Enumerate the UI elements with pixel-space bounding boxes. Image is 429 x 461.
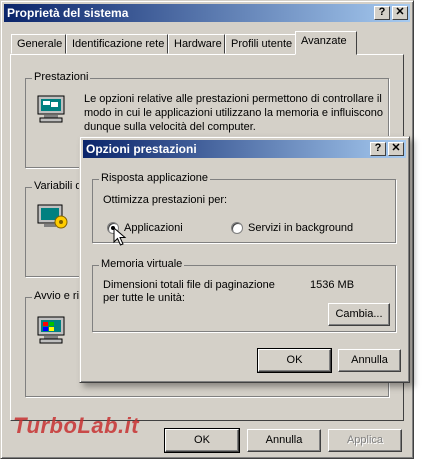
group-risposta-label: Risposta applicazione (99, 172, 211, 184)
main-title: Proprietà del sistema (7, 6, 129, 20)
paginazione-value: 1536 MB (310, 279, 355, 291)
prestazioni-desc-line1: Le opzioni relative alle prestazioni per… (84, 93, 382, 105)
main-annulla-button[interactable]: Annulla (247, 429, 321, 452)
tab-hardware[interactable]: Hardware (168, 34, 225, 54)
tab-generale[interactable]: Generale (11, 34, 66, 54)
main-ok-button[interactable]: OK (164, 428, 240, 453)
radio-servizi-background[interactable] (231, 222, 243, 234)
dialog-help-button[interactable]: ? (370, 142, 386, 156)
tab-avanzate[interactable]: Avanzate (295, 31, 357, 55)
dialog-annulla-button[interactable]: Annulla (338, 349, 401, 372)
environment-variables-icon (37, 204, 68, 229)
startup-recovery-icon (37, 316, 65, 344)
main-applica-button[interactable]: Applica (328, 429, 402, 452)
dialog-title: Opzioni prestazioni (86, 142, 197, 156)
group-prestazioni-label: Prestazioni (32, 71, 91, 83)
paginazione-line1: Dimensioni totali file di paginazione (103, 279, 275, 291)
group-variabili-label: Variabili d' (32, 180, 86, 192)
performance-monitor-icon (37, 95, 65, 123)
dialog-ok-button[interactable]: OK (257, 348, 332, 373)
main-title-bar[interactable]: Proprietà del sistema ? ✕ (4, 4, 410, 22)
radio-applicazioni-label[interactable]: Applicazioni (124, 222, 183, 234)
mouse-cursor-icon (113, 227, 127, 246)
prestazioni-desc-line3: dunque sulla velocità del computer. (84, 121, 256, 133)
paginazione-line2: per tutte le unità: (103, 292, 185, 304)
help-button[interactable]: ? (374, 6, 390, 20)
tab-profili-utente[interactable]: Profili utente (225, 34, 297, 54)
performance-options-dialog: Opzioni prestazioni ? ✕ Risposta applica… (79, 136, 410, 383)
ottimizza-prompt: Ottimizza prestazioni per: (103, 194, 228, 206)
dialog-close-button[interactable]: ✕ (388, 142, 404, 156)
dialog-title-bar[interactable]: Opzioni prestazioni ? ✕ (83, 140, 406, 158)
watermark: TurboLab.it (13, 413, 140, 438)
group-memoria-label: Memoria virtuale (99, 258, 185, 270)
group-memoria-virtuale: Memoria virtuale Dimensioni totali file … (92, 258, 396, 332)
cambia-button[interactable]: Cambia... (328, 303, 390, 326)
close-button[interactable]: ✕ (392, 6, 408, 20)
group-risposta-applicazione: Risposta applicazione Ottimizza prestazi… (92, 172, 396, 246)
tab-identificazione-rete[interactable]: Identificazione rete (66, 34, 168, 54)
radio-servizi-label[interactable]: Servizi in background (248, 222, 353, 234)
prestazioni-desc-line2: modo in cui le applicazioni utilizzano l… (84, 107, 383, 119)
